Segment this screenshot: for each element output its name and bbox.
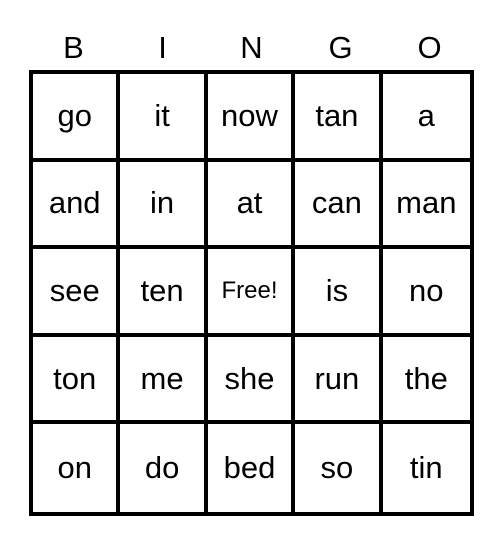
bingo-cell: a [382,74,470,162]
bingo-cell: run [295,336,383,425]
bingo-cell: on [33,424,121,512]
bingo-cell: tin [409,450,443,486]
bingo-cell: do [120,424,208,512]
bingo-cell: ten [120,249,208,337]
bingo-cell: so [295,424,383,512]
bingo-cell: now [207,74,296,162]
bingo-cell: man [382,162,470,250]
bingo-cell: ton [33,336,121,425]
bingo-cell: no [382,249,470,337]
header-letter-g: G [328,30,353,65]
bingo-cell: and [33,161,121,250]
header-letter-n: N [240,30,263,65]
bingo-card-grid: go it now tan a and in at can man see te… [29,70,474,516]
bingo-cell: in [120,161,208,250]
bingo-cell: see [33,249,121,337]
bingo-cell: me [120,336,208,425]
bingo-header: B I N G O [29,28,474,68]
bingo-cell: it [120,74,208,162]
bingo-cell: tan [295,74,383,162]
free-space-cell: Free! [207,249,296,337]
bingo-cell: is [295,249,383,337]
bingo-cell: can [295,161,383,250]
header-letter-b: B [63,30,84,65]
bingo-cell: the [382,337,470,425]
bingo-cell: at [207,161,296,250]
bingo-cell: bed [208,424,296,512]
header-letter-o: O [417,30,442,65]
bingo-cell: she [207,336,296,425]
bingo-cell: go [33,74,121,162]
header-letter-i: I [158,30,167,65]
